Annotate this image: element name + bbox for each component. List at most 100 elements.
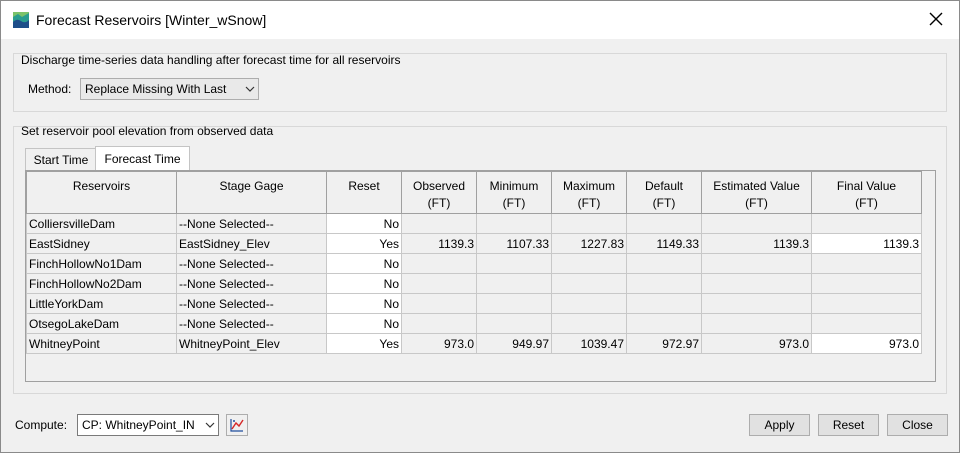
cell-gage[interactable]: --None Selected-- [176, 213, 327, 234]
cell-maximum [551, 313, 627, 334]
header-maximum[interactable]: Maximum (FT) [551, 171, 627, 214]
cell-reservoir: FinchHollowNo2Dam [26, 273, 177, 294]
reset-button[interactable]: Reset [818, 414, 879, 436]
cell-final[interactable]: 973.0 [811, 333, 922, 354]
cell-estimated [701, 253, 812, 274]
discharge-group-label: Discharge time-series data handling afte… [21, 53, 401, 67]
cell-observed [401, 253, 477, 274]
pool-elevation-group-label: Set reservoir pool elevation from observ… [21, 124, 274, 138]
header-minimum[interactable]: Minimum (FT) [476, 171, 552, 214]
cell-minimum: 949.97 [476, 333, 552, 354]
cell-reset[interactable]: No [326, 213, 402, 234]
header-default[interactable]: Default (FT) [626, 171, 702, 214]
cell-reset[interactable]: No [326, 273, 402, 294]
cell-minimum: 1107.33 [476, 233, 552, 254]
cell-estimated [701, 213, 812, 234]
cell-maximum: 1227.83 [551, 233, 627, 254]
cell-default [626, 213, 702, 234]
cell-estimated: 973.0 [701, 333, 812, 354]
cell-final [811, 253, 922, 274]
cell-estimated [701, 273, 812, 294]
chevron-down-icon [202, 415, 218, 435]
header-reset[interactable]: Reset [326, 171, 402, 214]
tab-forecast-time[interactable]: Forecast Time [95, 146, 190, 170]
cell-final [811, 293, 922, 314]
forecast-reservoirs-dialog: Forecast Reservoirs [Winter_wSnow] Disch… [0, 0, 960, 453]
cell-observed [401, 213, 477, 234]
compute-select[interactable]: CP: WhitneyPoint_IN [77, 414, 219, 436]
cell-estimated [701, 313, 812, 334]
table-row[interactable]: EastSidney EastSidney_Elev Yes 1139.3 11… [26, 233, 922, 254]
cell-gage[interactable]: --None Selected-- [176, 313, 327, 334]
reservoir-table: Reservoirs Stage Gage Reset Observed (FT)… [26, 171, 922, 354]
method-select-value: Replace Missing With Last [85, 82, 227, 96]
table-row[interactable]: ColliersvilleDam --None Selected-- No [26, 213, 922, 234]
compute-tool-button[interactable] [226, 414, 248, 436]
cell-estimated [701, 293, 812, 314]
cell-final [811, 213, 922, 234]
cell-final [811, 273, 922, 294]
tab-start-time[interactable]: Start Time [25, 148, 97, 170]
table-row[interactable]: FinchHollowNo2Dam --None Selected-- No [26, 273, 922, 294]
table-row[interactable]: FinchHollowNo1Dam --None Selected-- No [26, 253, 922, 274]
title-bar: Forecast Reservoirs [Winter_wSnow] [1, 1, 959, 39]
cell-default [626, 253, 702, 274]
cell-minimum [476, 293, 552, 314]
reservoir-table-panel: Reservoirs Stage Gage Reset Observed (FT)… [25, 170, 936, 382]
header-final-value[interactable]: Final Value (FT) [811, 171, 922, 214]
cell-maximum: 1039.47 [551, 333, 627, 354]
cell-observed [401, 293, 477, 314]
chevron-down-icon [242, 79, 258, 99]
cell-default: 1149.33 [626, 233, 702, 254]
cell-reset[interactable]: No [326, 253, 402, 274]
cell-observed: 973.0 [401, 333, 477, 354]
method-label: Method: [28, 82, 72, 96]
table-row[interactable]: WhitneyPoint WhitneyPoint_Elev Yes 973.0… [26, 333, 922, 354]
cell-default [626, 273, 702, 294]
cell-reservoir: LittleYorkDam [26, 293, 177, 314]
cell-observed: 1139.3 [401, 233, 477, 254]
header-reservoirs[interactable]: Reservoirs [26, 171, 177, 214]
cell-minimum [476, 313, 552, 334]
header-estimated-value[interactable]: Estimated Value (FT) [701, 171, 812, 214]
cell-final[interactable]: 1139.3 [811, 233, 922, 254]
compute-label: Compute: [15, 418, 68, 432]
cell-reset[interactable]: No [326, 313, 402, 334]
cell-gage[interactable]: EastSidney_Elev [176, 233, 327, 254]
table-row[interactable]: OtsegoLakeDam --None Selected-- No [26, 313, 922, 334]
cell-gage[interactable]: --None Selected-- [176, 253, 327, 274]
table-row[interactable]: LittleYorkDam --None Selected-- No [26, 293, 922, 314]
cell-reset[interactable]: Yes [326, 333, 402, 354]
compute-chart-icon [230, 419, 244, 432]
discharge-group: Discharge time-series data handling afte… [13, 53, 947, 112]
cell-observed [401, 313, 477, 334]
cell-estimated: 1139.3 [701, 233, 812, 254]
cell-observed [401, 273, 477, 294]
cell-final [811, 313, 922, 334]
reservoir-app-icon [13, 12, 29, 28]
header-observed[interactable]: Observed (FT) [401, 171, 477, 214]
cell-gage[interactable]: --None Selected-- [176, 273, 327, 294]
compute-select-value: CP: WhitneyPoint_IN [82, 418, 195, 432]
cell-reset[interactable]: No [326, 293, 402, 314]
cell-reset[interactable]: Yes [326, 233, 402, 254]
cell-reservoir: EastSidney [26, 233, 177, 254]
cell-reservoir: OtsegoLakeDam [26, 313, 177, 334]
close-icon[interactable] [927, 10, 945, 28]
cell-maximum [551, 253, 627, 274]
cell-reservoir: WhitneyPoint [26, 333, 177, 354]
apply-button[interactable]: Apply [749, 414, 810, 436]
cell-default [626, 293, 702, 314]
cell-gage[interactable]: WhitneyPoint_Elev [176, 333, 327, 354]
cell-default [626, 313, 702, 334]
cell-maximum [551, 273, 627, 294]
cell-gage[interactable]: --None Selected-- [176, 293, 327, 314]
method-select[interactable]: Replace Missing With Last [80, 78, 259, 100]
cell-default: 972.97 [626, 333, 702, 354]
cell-minimum [476, 213, 552, 234]
cell-minimum [476, 253, 552, 274]
header-stage-gage[interactable]: Stage Gage [176, 171, 327, 214]
close-button[interactable]: Close [887, 414, 948, 436]
window-title: Forecast Reservoirs [Winter_wSnow] [36, 12, 267, 28]
cell-minimum [476, 273, 552, 294]
